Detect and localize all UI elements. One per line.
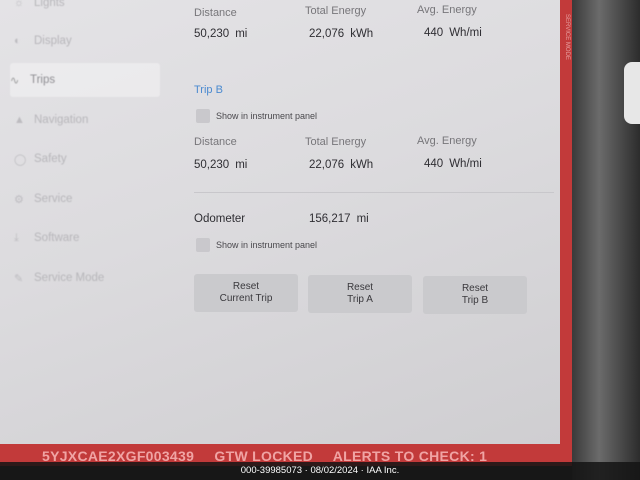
sidebar-item-trips[interactable]: ∿ Trips: [10, 63, 160, 97]
sidebar-item-label: Service Mode: [34, 272, 105, 284]
trip-a-avg-label: Avg. Energy: [417, 4, 477, 16]
trip-b-energy-label: Total Energy: [305, 136, 367, 148]
sidebar-item-label: Software: [34, 232, 80, 244]
trip-b-energy-value: 22,076 kWh: [309, 159, 374, 171]
navigation-icon: ▲: [14, 114, 25, 126]
trip-b-avg-label: Avg. Energy: [417, 135, 477, 147]
odometer-value: 156,217 mi: [309, 213, 369, 225]
checkbox-box[interactable]: [196, 238, 210, 252]
checkbox-label: Show in instrument panel: [216, 240, 318, 250]
odometer-show-checkbox[interactable]: Show in instrument panel: [196, 238, 317, 252]
sidebar-item-service[interactable]: ⚙ Service: [14, 182, 164, 216]
odometer-label: Odometer: [194, 213, 246, 225]
sidebar-item-label: Trips: [30, 74, 56, 86]
safety-icon: ◯: [14, 153, 27, 166]
reset-current-trip-button[interactable]: Reset Current Trip: [194, 274, 298, 312]
reset-trip-a-button[interactable]: Reset Trip A: [308, 275, 412, 313]
service-mode-vertical-label: SERVICE MODE: [564, 14, 570, 60]
reset-trip-b-button[interactable]: Reset Trip B: [423, 276, 527, 314]
wrench-icon: ✎: [14, 272, 24, 285]
trip-a-energy-label: Total Energy: [305, 5, 367, 17]
software-icon: ⤓: [14, 231, 19, 244]
settings-sidebar: ☼ Lights ◐ Display ∿ Trips ▲ Navigation …: [0, 0, 170, 444]
side-control: [624, 62, 640, 124]
sidebar-item-safety[interactable]: ◯ Safety: [14, 142, 164, 176]
trips-panel: Distance Total Energy Avg. Energy 50,230…: [194, 0, 554, 444]
sidebar-item-label: Navigation: [34, 114, 89, 126]
touchscreen: ☼ Lights ◐ Display ∿ Trips ▲ Navigation …: [0, 0, 560, 444]
section-divider: [194, 192, 554, 193]
sidebar-item-label: Safety: [34, 153, 67, 165]
service-icon: ⚙: [14, 193, 24, 206]
sidebar-item-lights[interactable]: ☼ Lights: [14, 0, 164, 20]
sidebar-item-software[interactable]: ⤓ Software: [14, 221, 164, 255]
trip-a-distance-value: 50,230 mi: [194, 28, 248, 40]
sidebar-item-label: Service: [34, 193, 73, 205]
checkbox-label: Show in instrument panel: [216, 111, 318, 121]
sidebar-item-navigation[interactable]: ▲ Navigation: [14, 103, 164, 137]
trip-a-avg-value: 440 Wh/mi: [424, 27, 482, 39]
trip-b-distance-value: 50,230 mi: [194, 159, 248, 171]
trip-b-avg-value: 440 Wh/mi: [424, 158, 482, 170]
trip-b-title: Trip B: [194, 84, 223, 96]
trip-b-distance-label: Distance: [194, 136, 237, 148]
trip-b-show-checkbox[interactable]: Show in instrument panel: [196, 109, 317, 123]
checkbox-box[interactable]: [196, 109, 210, 123]
trips-icon: ∿: [10, 74, 20, 87]
lights-icon: ☼: [14, 0, 25, 9]
trip-a-distance-label: Distance: [194, 7, 237, 19]
sidebar-item-label: Lights: [34, 0, 65, 9]
sidebar-item-display[interactable]: ◐ Display: [14, 24, 164, 58]
photo-caption: 000-39985073 · 08/02/2024 · IAA Inc.: [0, 462, 640, 480]
display-icon: ◐: [14, 35, 21, 47]
trip-a-energy-value: 22,076 kWh: [309, 28, 374, 40]
sidebar-item-service-mode[interactable]: ✎ Service Mode: [14, 261, 164, 295]
sidebar-item-label: Display: [34, 35, 72, 47]
